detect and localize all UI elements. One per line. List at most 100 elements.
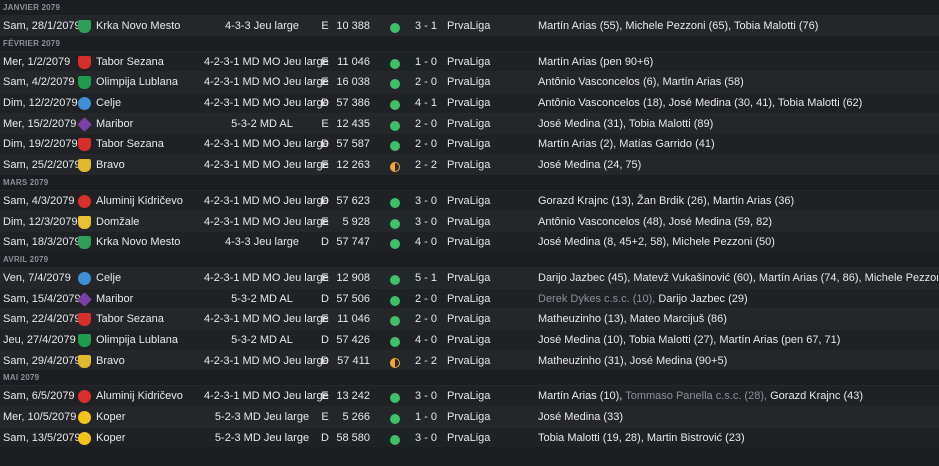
scorer-entry[interactable]: José Medina (33) (538, 411, 623, 423)
opponent-name[interactable]: Aluminij Kidričevo (96, 191, 204, 211)
match-date[interactable]: Sam, 4/2/2079 (3, 72, 75, 92)
competition-name[interactable]: PrvaLiga (447, 330, 507, 350)
scorer-entry[interactable]: Martín Arias (55), Michele Pezzoni (65),… (538, 20, 818, 32)
competition-name[interactable]: PrvaLiga (447, 407, 507, 427)
scorer-entry[interactable]: Martín Arias (pen 90+6) (538, 56, 653, 68)
match-row[interactable]: Dim, 12/2/2079 Celje 4-2-3-1 MD MO Jeu lar… (0, 92, 939, 113)
opponent-name[interactable]: Tabor Sezana (96, 52, 204, 72)
match-date[interactable]: Sam, 28/1/2079 (3, 16, 81, 36)
match-score[interactable]: 4 - 1 (410, 93, 442, 113)
competition-name[interactable]: PrvaLiga (447, 386, 507, 406)
match-row[interactable]: Jeu, 27/4/2079 Olimpija Lublana 5-3-2 MD A… (0, 328, 939, 350)
match-score[interactable]: 2 - 0 (410, 114, 442, 134)
competition-name[interactable]: PrvaLiga (447, 72, 507, 92)
scorer-entry[interactable]: Antônio Vasconcelos (48), José Medina (5… (538, 216, 772, 228)
opponent-name[interactable]: Maribor (96, 289, 204, 309)
match-score[interactable]: 2 - 2 (410, 155, 442, 175)
opponent-name[interactable]: Koper (96, 407, 204, 427)
match-score[interactable]: 2 - 0 (410, 72, 442, 92)
scorer-entry[interactable]: José Medina (24, 75) (538, 159, 641, 171)
match-row[interactable]: Sam, 4/3/2079 Aluminij Kidričevo 4-2-3-1 M… (0, 189, 939, 211)
competition-name[interactable]: PrvaLiga (447, 114, 507, 134)
competition-name[interactable]: PrvaLiga (447, 16, 507, 36)
competition-name[interactable]: PrvaLiga (447, 212, 507, 232)
match-score[interactable]: 1 - 0 (410, 52, 442, 72)
match-row[interactable]: Sam, 22/4/2079 Tabor Sezana 4-2-3-1 MD MO … (0, 308, 939, 329)
match-date[interactable]: Sam, 29/4/2079 (3, 351, 81, 371)
opponent-name[interactable]: Domžale (96, 212, 204, 232)
match-score[interactable]: 3 - 1 (410, 16, 442, 36)
match-row[interactable]: Sam, 29/4/2079 Bravo 4-2-3-1 MD MO Jeu lar… (0, 349, 939, 371)
competition-name[interactable]: PrvaLiga (447, 93, 507, 113)
match-date[interactable]: Sam, 13/5/2079 (3, 428, 81, 448)
scorer-entry[interactable]: Matheuzinho (31), José Medina (90+5) (538, 355, 727, 367)
scorer-entry[interactable]: Martín Arias (2), Matías Garrido (41) (538, 138, 715, 150)
scorer-entry[interactable]: Gorazd Krajnc (43) (770, 390, 863, 402)
match-date[interactable]: Sam, 25/2/2079 (3, 155, 81, 175)
competition-name[interactable]: PrvaLiga (447, 428, 507, 448)
match-date[interactable]: Ven, 7/4/2079 (3, 268, 75, 288)
match-score[interactable]: 2 - 0 (410, 134, 442, 154)
match-date[interactable]: Dim, 19/2/2079 (3, 134, 78, 154)
match-date[interactable]: Sam, 22/4/2079 (3, 309, 81, 329)
opponent-name[interactable]: Aluminij Kidričevo (96, 386, 204, 406)
match-score[interactable]: 3 - 0 (410, 386, 442, 406)
opponent-name[interactable]: Tabor Sezana (96, 134, 204, 154)
opponent-name[interactable]: Tabor Sezana (96, 309, 204, 329)
competition-name[interactable]: PrvaLiga (447, 268, 507, 288)
match-row[interactable]: Mer, 10/5/2079 Koper 5-2-3 MD Jeu large E 5 … (0, 406, 939, 427)
match-row[interactable]: Mer, 15/2/2079 Maribor 5-3-2 MD AL E 12 435 2… (0, 112, 939, 134)
match-row[interactable]: Sam, 13/5/2079 Koper 5-2-3 MD Jeu large D 58… (0, 426, 939, 448)
competition-name[interactable]: PrvaLiga (447, 155, 507, 175)
match-row[interactable]: Sam, 6/5/2079 Aluminij Kidričevo 4-2-3-1 M… (0, 385, 939, 406)
match-row[interactable]: Sam, 15/4/2079 Maribor 5-3-2 MD AL D 57 506 2… (0, 287, 939, 309)
match-date[interactable]: Dim, 12/3/2079 (3, 212, 78, 232)
opponent-name[interactable]: Krka Novo Mesto (96, 232, 204, 252)
match-score[interactable]: 1 - 0 (410, 407, 442, 427)
match-score[interactable]: 2 - 0 (410, 309, 442, 329)
competition-name[interactable]: PrvaLiga (447, 289, 507, 309)
opponent-name[interactable]: Celje (96, 93, 204, 113)
competition-name[interactable]: PrvaLiga (447, 232, 507, 252)
match-score[interactable]: 3 - 0 (410, 212, 442, 232)
scorer-entry[interactable]: Martín Arias (10), (538, 390, 625, 402)
scorer-entry[interactable]: Darijo Jazbec (29) (658, 293, 747, 305)
match-date[interactable]: Mer, 10/5/2079 (3, 407, 76, 427)
match-row[interactable]: Sam, 25/2/2079 Bravo 4-2-3-1 MD MO Jeu lar… (0, 154, 939, 175)
opponent-name[interactable]: Koper (96, 428, 204, 448)
opponent-name[interactable]: Krka Novo Mesto (96, 16, 204, 36)
competition-name[interactable]: PrvaLiga (447, 134, 507, 154)
match-score[interactable]: 5 - 1 (410, 268, 442, 288)
match-score[interactable]: 4 - 0 (410, 330, 442, 350)
competition-name[interactable]: PrvaLiga (447, 191, 507, 211)
competition-name[interactable]: PrvaLiga (447, 52, 507, 72)
match-date[interactable]: Sam, 15/4/2079 (3, 289, 81, 309)
scorer-entry[interactable]: José Medina (31), Tobia Malotti (89) (538, 118, 713, 130)
match-score[interactable]: 3 - 0 (410, 191, 442, 211)
opponent-name[interactable]: Maribor (96, 114, 204, 134)
scorer-entry[interactable]: Darijo Jazbec (45), Matevž Vukašinović (… (538, 272, 938, 284)
match-date[interactable]: Jeu, 27/4/2079 (3, 330, 76, 350)
opponent-name[interactable]: Bravo (96, 351, 204, 371)
scorer-entry[interactable]: Antônio Vasconcelos (6), Martín Arias (5… (538, 76, 744, 88)
opponent-name[interactable]: Bravo (96, 155, 204, 175)
competition-name[interactable]: PrvaLiga (447, 309, 507, 329)
match-date[interactable]: Sam, 6/5/2079 (3, 386, 75, 406)
match-date[interactable]: Mer, 1/2/2079 (3, 52, 75, 72)
match-row[interactable]: Sam, 28/1/2079 Krka Novo Mesto 4-3-3 Jeu l… (0, 15, 939, 36)
scorer-entry[interactable]: Derek Dykes c.s.c. (10), (538, 293, 658, 305)
opponent-name[interactable]: Celje (96, 268, 204, 288)
match-date[interactable]: Sam, 18/3/2079 (3, 232, 81, 252)
match-row[interactable]: Sam, 4/2/2079 Olimpija Lublana 4-2-3-1 MD … (0, 71, 939, 93)
scorer-entry[interactable]: José Medina (10), Tobia Malotti (27), Ma… (538, 334, 840, 346)
match-row[interactable]: Ven, 7/4/2079 Celje 4-2-3-1 MD MO Jeu larg… (0, 266, 939, 288)
match-score[interactable]: 2 - 2 (410, 351, 442, 371)
scorer-entry[interactable]: José Medina (8, 45+2, 58), Michele Pezzo… (538, 236, 775, 248)
match-row[interactable]: Sam, 18/3/2079 Krka Novo Mesto 4-3-3 Jeu l… (0, 231, 939, 252)
match-row[interactable]: Dim, 19/2/2079 Tabor Sezana 4-2-3-1 MD MO … (0, 133, 939, 155)
match-score[interactable]: 2 - 0 (410, 289, 442, 309)
match-date[interactable]: Mer, 15/2/2079 (3, 114, 76, 134)
match-score[interactable]: 4 - 0 (410, 232, 442, 252)
competition-name[interactable]: PrvaLiga (447, 351, 507, 371)
match-score[interactable]: 3 - 0 (410, 428, 442, 448)
